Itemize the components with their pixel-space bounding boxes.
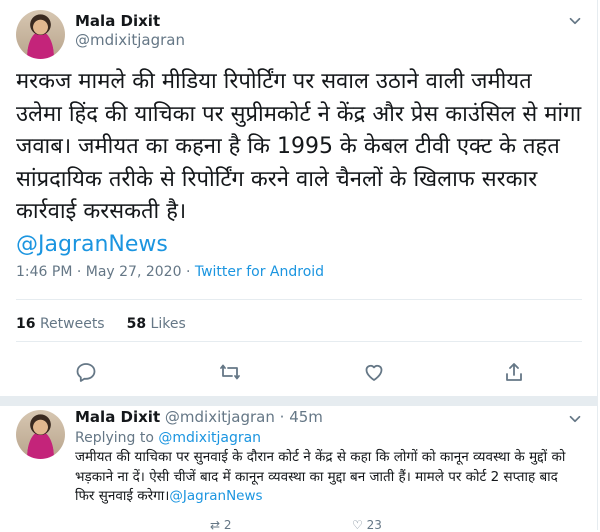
tweet-text-content: मरकज मामले की मीडिया रिपोर्टिंग पर सवाल … (16, 69, 582, 224)
reply-text-content: जमीयत की याचिका पर सुनवाई के दौरान कोर्ट… (75, 449, 566, 504)
tweet-meta: 1:46 PM · May 27, 2020 · Twitter for And… (16, 264, 324, 280)
reply-time[interactable]: · 45m (275, 408, 323, 426)
tweet-timestamp[interactable]: 1:46 PM · May 27, 2020 · (16, 264, 195, 280)
retweets-stat[interactable]: 16 Retweets (16, 316, 105, 332)
tweet-source[interactable]: Twitter for Android (195, 264, 324, 280)
share-icon[interactable] (502, 360, 526, 384)
avatar[interactable] (16, 10, 65, 59)
author-name[interactable]: Mala Dixit (75, 408, 160, 426)
like-icon[interactable] (362, 360, 386, 384)
divider (16, 299, 582, 300)
divider (16, 341, 582, 342)
tweet-text: मरकज मामले की मीडिया रिपोर्टिंग पर सवाल … (16, 66, 582, 261)
likes-stat[interactable]: 58 Likes (127, 316, 186, 332)
replying-to-mention[interactable]: @mdixitjagran (158, 430, 261, 446)
tweet-thread: Mala Dixit @mdixitjagran मरकज मामले की म… (0, 0, 598, 532)
retweets-count: 16 (16, 316, 36, 332)
tweet-stats: 16 Retweets 58 Likes (16, 316, 186, 332)
replying-prefix: Replying to (75, 430, 159, 446)
reply-header: Mala Dixit @mdixitjagran · 45m (75, 408, 323, 426)
author-handle[interactable]: @mdixitjagran (75, 31, 185, 49)
replying-to: Replying to @mdixitjagran (75, 430, 261, 446)
retweet-icon[interactable] (218, 360, 242, 384)
author-name[interactable]: Mala Dixit (75, 12, 160, 30)
mention-link[interactable]: @JagranNews (169, 488, 262, 504)
likes-label: Likes (150, 316, 186, 332)
avatar[interactable] (16, 410, 65, 459)
author-handle[interactable]: @mdixitjagran (165, 408, 275, 426)
thread-separator (0, 396, 597, 406)
likes-count: 58 (126, 316, 147, 332)
reply-text: जमीयत की याचिका पर सुनवाई के दौरान कोर्ट… (75, 448, 580, 507)
chevron-down-icon[interactable] (566, 12, 584, 30)
reply-icon[interactable] (74, 360, 98, 384)
retweets-label: Retweets (39, 316, 105, 332)
chevron-down-icon[interactable] (566, 410, 584, 428)
mention-link[interactable]: @JagranNews (16, 232, 168, 257)
